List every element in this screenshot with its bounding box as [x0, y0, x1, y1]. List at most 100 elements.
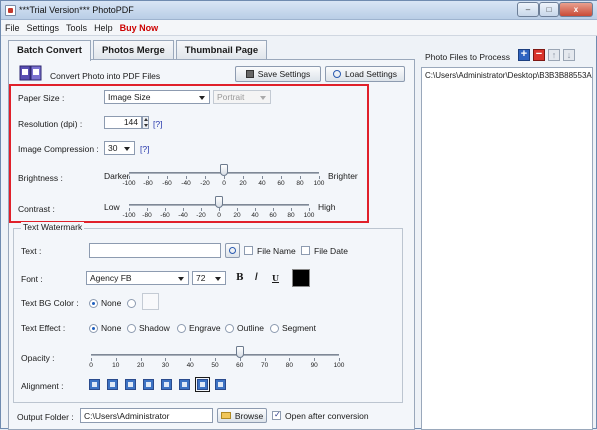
compression-label: Image Compression : — [18, 144, 99, 154]
move-down-icon[interactable]: ↓ — [563, 49, 575, 61]
move-up-icon[interactable]: ↑ — [548, 49, 560, 61]
orientation-select[interactable]: Portrait — [213, 90, 271, 104]
slider-tick-label: 80 — [285, 362, 294, 369]
menu-settings[interactable]: Settings — [27, 23, 60, 33]
slider-thumb[interactable] — [235, 346, 244, 358]
slider-tick — [339, 358, 340, 361]
slider-tick-label: -60 — [162, 180, 172, 187]
effect-segment-radio[interactable] — [270, 324, 279, 333]
slider-tick-label: 70 — [260, 362, 269, 369]
insert-macro-button[interactable] — [225, 243, 240, 258]
slider-tick-label: 40 — [251, 212, 259, 219]
tab-photos-merge[interactable]: Photos Merge — [92, 40, 174, 60]
bg-none-radio[interactable] — [89, 299, 98, 308]
bg-color-label: Text BG Color : — [21, 298, 79, 308]
effect-outline-radio[interactable] — [225, 324, 234, 333]
remove-file-icon[interactable]: − — [533, 49, 545, 61]
opacity-slider[interactable]: 0 10 20 30 40 50 60 70 80 90 100 — [89, 343, 344, 373]
slider-tick — [148, 176, 149, 179]
file-name-checkbox[interactable] — [244, 246, 253, 255]
align-position-icon[interactable] — [161, 379, 172, 390]
slider-tick-label: 30 — [161, 362, 170, 369]
close-button[interactable]: x — [559, 2, 593, 17]
resolution-input[interactable]: 144 — [104, 116, 142, 129]
app-window: ***Trial Version*** PhotoPDF – □ x File … — [0, 0, 597, 430]
file-date-checkbox[interactable] — [301, 246, 310, 255]
contrast-max-label: High — [318, 202, 336, 212]
photo-file-item[interactable]: C:\Users\Administrator\Desktop\B3B3B8855… — [425, 71, 592, 80]
brightness-max-label: Brighter — [328, 171, 358, 181]
chevron-down-icon — [215, 277, 221, 281]
slider-tick — [219, 208, 220, 211]
align-position-icon[interactable] — [215, 379, 226, 390]
slider-tick — [291, 208, 292, 211]
slider-tick-label: 50 — [211, 362, 219, 369]
align-position-icon[interactable] — [143, 379, 154, 390]
minimize-button[interactable]: – — [517, 2, 539, 17]
browse-button[interactable]: Browse — [217, 408, 267, 423]
alignment-buttons — [89, 377, 269, 392]
effect-outline-label: Outline — [237, 323, 264, 333]
effect-engrave-radio[interactable] — [177, 324, 186, 333]
resolution-help-link[interactable]: [?] — [153, 119, 162, 129]
file-name-label: File Name — [257, 246, 296, 256]
slider-tick-label: -40 — [178, 212, 188, 219]
effect-shadow-label: Shadow — [139, 323, 170, 333]
tab-batch-convert[interactable]: Batch Convert — [8, 40, 91, 61]
output-folder-input[interactable]: C:\Users\Administrator — [80, 408, 213, 423]
contrast-slider[interactable]: -100 -80 -60 -40 -20 0 20 40 60 80 100 — [122, 193, 314, 223]
compression-help-link[interactable]: [?] — [140, 144, 149, 154]
resolution-spinner[interactable] — [142, 116, 149, 129]
slider-tick-label: 80 — [296, 180, 304, 187]
slider-track[interactable] — [91, 354, 339, 356]
open-after-label: Open after conversion — [285, 411, 369, 421]
open-after-checkbox[interactable] — [272, 410, 281, 420]
slider-tick-label: 60 — [236, 362, 244, 369]
bg-color-swatch[interactable] — [142, 293, 159, 310]
effect-none-radio[interactable] — [89, 324, 98, 333]
slider-tick — [129, 208, 130, 211]
slider-tick-label: 40 — [186, 362, 194, 369]
italic-button[interactable]: / — [255, 272, 258, 283]
save-settings-button[interactable]: Save Settings — [235, 66, 321, 82]
font-family-select[interactable]: Agency FB — [86, 271, 189, 285]
slider-tick-label: 20 — [239, 180, 247, 187]
maximize-button[interactable]: □ — [539, 2, 559, 17]
tab-thumbnail-page[interactable]: Thumbnail Page — [175, 40, 268, 60]
app-icon — [5, 5, 16, 16]
slider-tick — [201, 208, 202, 211]
compression-select[interactable]: 30 — [104, 141, 135, 155]
refresh-icon — [229, 247, 236, 254]
menu-tools[interactable]: Tools — [66, 23, 87, 33]
menu-file[interactable]: File — [5, 23, 20, 33]
slider-thumb[interactable] — [220, 164, 228, 176]
slider-thumb[interactable] — [215, 196, 223, 208]
effect-shadow-radio[interactable] — [127, 324, 136, 333]
slider-tick-label: 100 — [333, 362, 345, 369]
brightness-slider[interactable]: -100 -80 -60 -40 -20 0 20 40 60 80 100 — [122, 161, 324, 191]
paper-size-select[interactable]: Image Size — [104, 90, 210, 104]
pdf-convert-icon — [19, 65, 42, 81]
align-position-icon[interactable] — [195, 377, 210, 392]
window-title: ***Trial Version*** PhotoPDF — [19, 5, 134, 15]
slider-tick-label: -80 — [143, 180, 153, 187]
font-size-select[interactable]: 72 — [192, 271, 226, 285]
align-position-icon[interactable] — [125, 379, 136, 390]
add-file-icon[interactable]: + — [518, 49, 530, 61]
bg-color-radio[interactable] — [127, 299, 136, 308]
align-position-icon[interactable] — [107, 379, 118, 390]
align-position-icon[interactable] — [89, 379, 100, 390]
bold-button[interactable]: B — [236, 273, 244, 283]
slider-tick-label: 100 — [313, 180, 325, 187]
contrast-min-label: Low — [104, 202, 120, 212]
slider-tick-label: -60 — [160, 212, 170, 219]
underline-button[interactable]: U — [272, 273, 279, 283]
align-position-icon[interactable] — [179, 379, 190, 390]
menu-buy-now[interactable]: Buy Now — [120, 23, 159, 33]
effect-segment-label: Segment — [282, 323, 317, 333]
watermark-text-input[interactable] — [89, 243, 221, 258]
load-settings-button[interactable]: Load Settings — [325, 66, 405, 82]
photo-files-list[interactable]: C:\Users\Administrator\Desktop\B3B3B8855… — [421, 67, 593, 430]
menu-help[interactable]: Help — [94, 23, 113, 33]
font-color-swatch[interactable] — [292, 269, 310, 287]
